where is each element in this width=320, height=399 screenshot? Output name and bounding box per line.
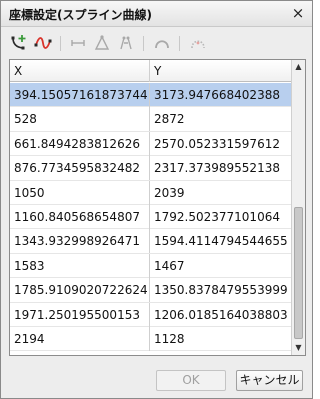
window-title: 座標設定(スプライン曲線) [9, 8, 152, 22]
mirror-button[interactable] [116, 33, 136, 53]
table-row[interactable]: 1050 2039 [10, 180, 292, 205]
cell-y[interactable]: 1594.4114794544655 [150, 229, 292, 253]
cancel-button[interactable]: キャンセル [236, 370, 303, 391]
dotted-arc-button[interactable] [188, 33, 208, 53]
table-row[interactable]: 1343.932998926471 1594.4114794544655 [10, 229, 292, 254]
cell-y[interactable]: 2570.052331597612 [150, 132, 292, 156]
table-row[interactable]: 394.15057161873744 3173.947668402388 [10, 83, 292, 108]
table-row[interactable]: 1971.250195500153 1206.0185164038803 [10, 302, 292, 327]
cell-x[interactable]: 528 [10, 107, 150, 132]
table-row[interactable]: 661.8494283812626 2570.052331597612 [10, 131, 292, 157]
cell-x[interactable]: 876.7734595832482 [10, 156, 150, 181]
toolbar-separator [179, 36, 180, 51]
cell-y[interactable]: 3173.947668402388 [150, 83, 292, 107]
cell-x[interactable]: 394.15057161873744 [10, 83, 150, 107]
toolbar-separator [60, 36, 61, 51]
cell-y[interactable]: 1350.8378479553999 [150, 278, 292, 302]
cell-x[interactable]: 1050 [10, 180, 150, 205]
table-row[interactable]: 1160.840568654807 1792.502377101064 [10, 204, 292, 230]
cell-x[interactable]: 661.8494283812626 [10, 131, 150, 156]
horizontal-segment-icon [71, 40, 85, 46]
cell-y[interactable]: 1467 [150, 254, 292, 278]
horizontal-segment-button[interactable] [68, 33, 88, 53]
mirror-icon [120, 36, 132, 50]
arc-button[interactable] [152, 33, 172, 53]
column-header-y[interactable]: Y [150, 60, 292, 82]
add-point-icon [11, 35, 26, 50]
close-button[interactable]: × [290, 5, 306, 21]
table-row[interactable]: 876.7734595832482 2317.373989552138 [10, 156, 292, 181]
spline-coordinate-dialog: 座標設定(スプライン曲線) × X Y 394.15057161873744 3… [0, 0, 313, 399]
cell-y[interactable]: 1792.502377101064 [150, 205, 292, 229]
spline-curve-button[interactable] [33, 33, 53, 53]
cell-y[interactable]: 1206.0185164038803 [150, 303, 292, 327]
cell-y[interactable]: 2317.373989552138 [150, 156, 292, 180]
triangle-button[interactable] [92, 33, 112, 53]
cell-x[interactable]: 1343.932998926471 [10, 229, 150, 254]
coordinate-table: X Y 394.15057161873744 3173.947668402388 5… [9, 59, 306, 356]
cell-x[interactable]: 1583 [10, 253, 150, 278]
vertical-scrollbar[interactable]: ▲ ▼ [291, 60, 305, 355]
title-bar[interactable]: 座標設定(スプライン曲線) × [1, 1, 312, 27]
table-row[interactable]: 528 2872 [10, 107, 292, 132]
arc-icon [155, 40, 169, 49]
table-body: 394.15057161873744 3173.947668402388 528 28… [10, 83, 292, 352]
scroll-down-arrow[interactable]: ▼ [292, 341, 305, 355]
column-header-x[interactable]: X [10, 60, 150, 82]
table-header: X Y [10, 60, 292, 82]
cell-y[interactable]: 1128 [150, 327, 292, 351]
add-point-button[interactable] [9, 33, 29, 53]
cell-y[interactable]: 2872 [150, 107, 292, 131]
cell-x[interactable]: 1160.840568654807 [10, 204, 150, 229]
table-row[interactable]: 1583 1467 [10, 253, 292, 279]
scroll-thumb[interactable] [294, 207, 303, 339]
dotted-arc-icon [191, 40, 205, 49]
toolbar-separator [143, 36, 144, 51]
triangle-icon [94, 35, 110, 50]
scroll-up-arrow[interactable]: ▲ [292, 60, 305, 74]
toolbar [1, 28, 312, 58]
cell-x[interactable]: 1971.250195500153 [10, 302, 150, 327]
cell-x[interactable]: 2194 [10, 326, 150, 351]
cell-x[interactable]: 1785.9109020722624 [10, 278, 150, 303]
table-row[interactable]: 2194 1128 [10, 326, 292, 352]
spline-curve-icon [34, 37, 52, 49]
cell-y[interactable]: 2039 [150, 181, 292, 205]
ok-button[interactable]: OK [156, 370, 226, 391]
table-row[interactable]: 1785.9109020722624 1350.8378479553999 [10, 278, 292, 303]
